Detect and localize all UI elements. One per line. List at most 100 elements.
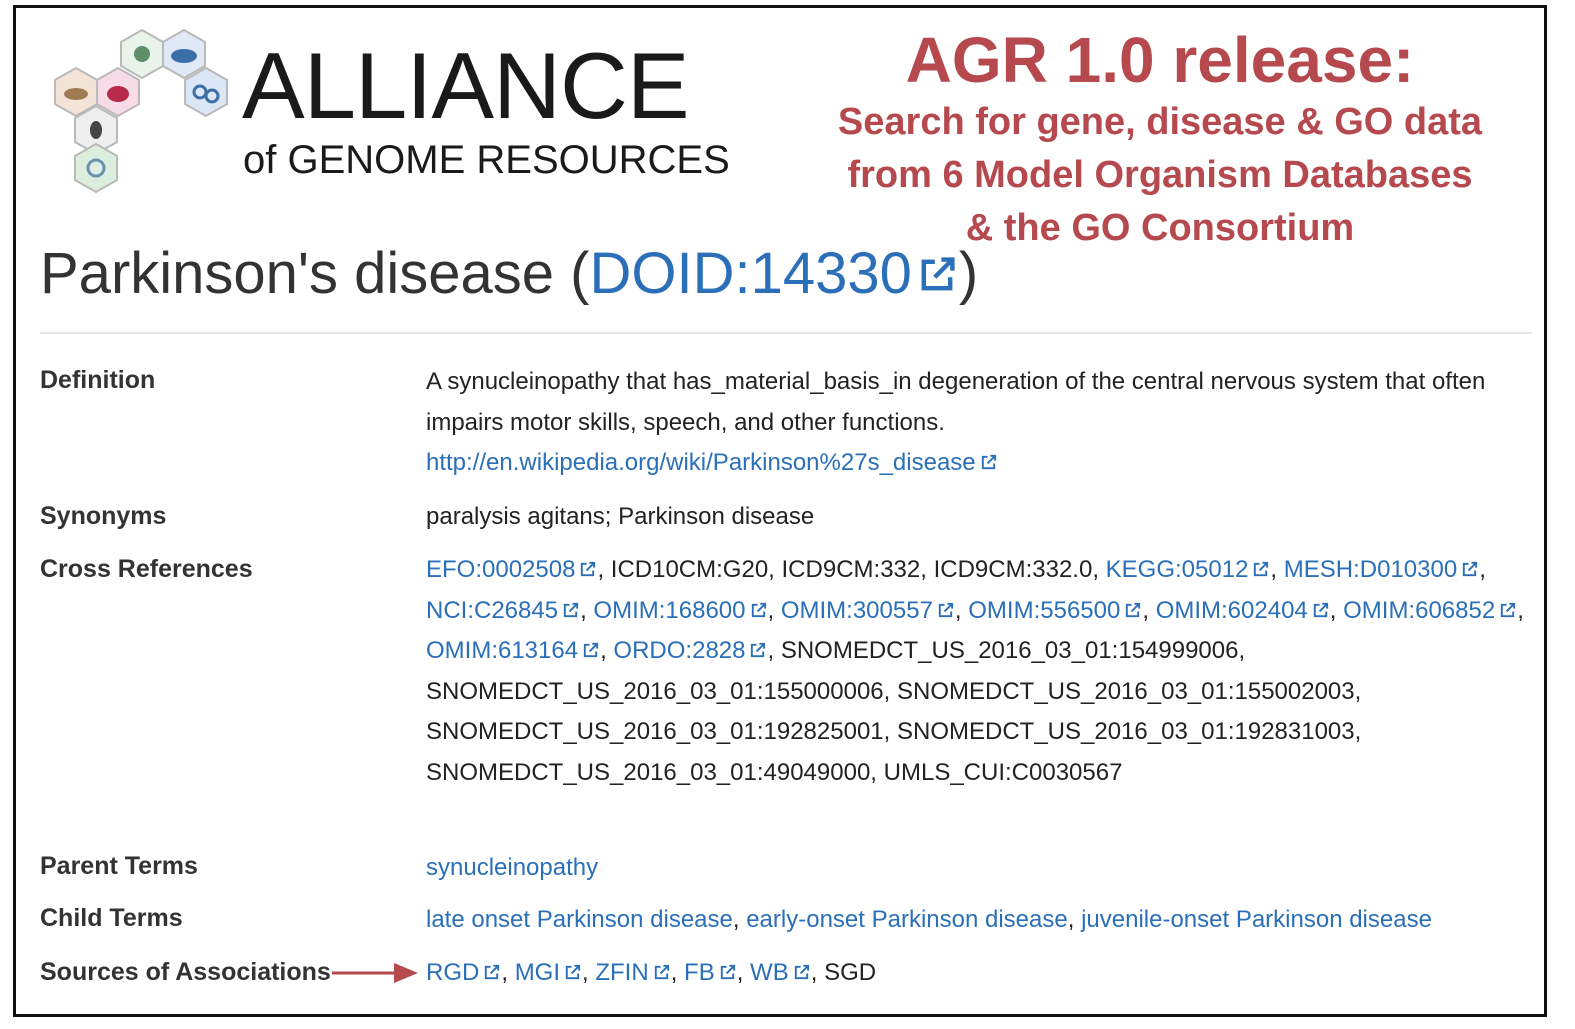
external-link-icon bbox=[654, 964, 669, 980]
source-label: SGD bbox=[824, 959, 877, 986]
cross-reference-label: SNOMEDCT_US_2016_03_01:192825001 bbox=[426, 718, 884, 745]
sources-value: RGD, MGI, ZFIN, FB, WB, SGD bbox=[426, 959, 877, 986]
cross-reference-label: SNOMEDCT_US_2016_03_01:49049000 bbox=[426, 758, 871, 786]
source-label: RGD bbox=[426, 959, 480, 986]
doid-text: DOID:14330 bbox=[589, 241, 912, 306]
close-paren: ) bbox=[958, 241, 979, 306]
release-line-2: from 6 Model Organism Databases bbox=[847, 154, 1473, 196]
definition-label: Definition bbox=[40, 366, 156, 394]
open-paren: ( bbox=[570, 241, 590, 306]
cross-reference-label: ICD9CM:332 bbox=[781, 556, 921, 583]
external-link-icon bbox=[1463, 561, 1478, 577]
source-link[interactable]: WB bbox=[750, 959, 811, 986]
cross-reference-link[interactable]: EFO:0002508 bbox=[426, 556, 597, 583]
page-title: Parkinson's disease (DOID:14330) bbox=[40, 238, 978, 310]
external-link-icon bbox=[1126, 602, 1141, 617]
cross-reference-text: UMLS_CUI:C0030567 bbox=[884, 759, 1123, 786]
external-link-icon bbox=[485, 964, 500, 980]
cross-reference-label: SNOMEDCT_US_2016_03_01:192831003 bbox=[896, 718, 1355, 745]
cross-reference-label: UMLS_CUI:C0030567 bbox=[883, 758, 1123, 786]
external-link-icon bbox=[1254, 561, 1269, 577]
external-link-icon bbox=[921, 257, 955, 291]
synonyms-value: paralysis agitans; Parkinson disease bbox=[426, 503, 815, 530]
cross-reference-link[interactable]: OMIM:602404 bbox=[1156, 597, 1330, 624]
external-link-icon bbox=[720, 964, 735, 980]
external-link-icon bbox=[563, 602, 579, 617]
cross-reference-label: SNOMEDCT_US_2016_03_01:155002003 bbox=[896, 677, 1355, 705]
cross-reference-text: ICD9CM:332.0 bbox=[934, 556, 1093, 583]
child-term-label: juvenile-onset Parkinson disease bbox=[1081, 906, 1432, 933]
definition-value: A synucleinopathy that has_material_basi… bbox=[426, 362, 1536, 484]
cross-reference-link[interactable]: MESH:D010300 bbox=[1284, 556, 1479, 583]
cross-reference-label: ICD9CM:332.0 bbox=[933, 556, 1093, 583]
cross-reference-text: ICD10CM:G20 bbox=[611, 556, 768, 583]
external-link-icon bbox=[1501, 602, 1516, 617]
cross-reference-link[interactable]: ORDO:2828 bbox=[613, 637, 767, 664]
synonyms-label: Synonyms bbox=[40, 502, 167, 530]
release-line-1: Search for gene, disease & GO data bbox=[837, 101, 1483, 143]
child-terms-value: late onset Parkinson disease, early-onse… bbox=[426, 906, 1432, 933]
cross-reference-text: SNOMEDCT_US_2016_03_01:155002003 bbox=[897, 678, 1355, 705]
definition-url-text: http://en.wikipedia.org/wiki/Parkinson%2… bbox=[426, 449, 976, 476]
source-label: MGI bbox=[514, 959, 561, 986]
cross-reference-label: NCI:C26845 bbox=[426, 596, 559, 624]
doid-link[interactable]: DOID:14330 bbox=[589, 241, 958, 306]
cross-reference-link[interactable]: KEGG:05012 bbox=[1106, 556, 1271, 583]
cross-reference-label: SNOMEDCT_US_2016_03_01:154999006 bbox=[780, 637, 1239, 664]
cross-reference-text: ICD9CM:332 bbox=[782, 556, 921, 583]
child-term-link[interactable]: early-onset Parkinson disease bbox=[746, 906, 1068, 933]
external-link-icon bbox=[565, 964, 581, 980]
alliance-logo-icon bbox=[54, 29, 228, 193]
cross-reference-link[interactable]: OMIM:300557 bbox=[781, 597, 955, 624]
child-term-link[interactable]: juvenile-onset Parkinson disease bbox=[1081, 906, 1432, 933]
definition-url-link[interactable]: http://en.wikipedia.org/wiki/Parkinson%2… bbox=[426, 449, 998, 476]
cross-reference-label: OMIM:300557 bbox=[780, 596, 933, 624]
external-link-icon bbox=[751, 642, 766, 658]
external-link-icon bbox=[938, 602, 954, 617]
parent-term-label: synucleinopathy bbox=[426, 854, 599, 881]
brand-subtitle: of GENOME RESOURCES bbox=[243, 138, 730, 182]
parent-term-link[interactable]: synucleinopathy bbox=[426, 854, 598, 881]
source-label: FB bbox=[684, 959, 715, 986]
cross-reference-label: KEGG:05012 bbox=[1105, 556, 1249, 583]
cross-reference-label: ORDO:2828 bbox=[613, 637, 746, 664]
cross-reference-label: MESH:D010300 bbox=[1283, 556, 1458, 583]
cross-reference-label: OMIM:168600 bbox=[593, 596, 746, 624]
cross-reference-link[interactable]: OMIM:556500 bbox=[968, 597, 1142, 624]
child-terms-label: Child Terms bbox=[40, 904, 183, 932]
cross-reference-text: SNOMEDCT_US_2016_03_01:49049000 bbox=[426, 759, 870, 786]
child-term-label: late onset Parkinson disease bbox=[426, 906, 733, 933]
definition-text: A synucleinopathy that has_material_basi… bbox=[426, 368, 1486, 436]
brand-title: ALLIANCE bbox=[242, 33, 690, 138]
source-link[interactable]: ZFIN bbox=[595, 959, 670, 986]
cross-reference-label: OMIM:602404 bbox=[1155, 596, 1308, 624]
title-divider bbox=[40, 332, 1532, 334]
cross-reference-text: SNOMEDCT_US_2016_03_01:192831003 bbox=[897, 718, 1355, 745]
cross-reference-link[interactable]: OMIM:606852 bbox=[1343, 597, 1517, 624]
external-link-icon bbox=[583, 642, 599, 658]
cross-references-label: Cross References bbox=[40, 555, 253, 583]
release-title: AGR 1.0 release: bbox=[905, 24, 1415, 96]
cross-reference-link[interactable]: NCI:C26845 bbox=[426, 597, 580, 624]
cross-reference-label: OMIM:556500 bbox=[968, 596, 1121, 624]
source-label: ZFIN bbox=[595, 959, 649, 986]
cross-reference-label: OMIM:613164 bbox=[426, 637, 579, 664]
cross-reference-link[interactable]: OMIM:613164 bbox=[426, 637, 600, 664]
parent-terms-value: synucleinopathy bbox=[426, 848, 1536, 889]
cross-reference-label: EFO:0002508 bbox=[426, 556, 576, 583]
sources-label: Sources of Associations bbox=[40, 958, 331, 986]
external-link-icon bbox=[1313, 602, 1328, 617]
cross-reference-link[interactable]: OMIM:168600 bbox=[593, 597, 767, 624]
source-link[interactable]: MGI bbox=[515, 959, 582, 986]
parent-terms-label: Parent Terms bbox=[40, 852, 198, 880]
source-link[interactable]: FB bbox=[684, 959, 737, 986]
source-link[interactable]: RGD bbox=[426, 959, 501, 986]
cross-reference-text: SNOMEDCT_US_2016_03_01:154999006 bbox=[781, 637, 1239, 664]
external-link-icon bbox=[751, 602, 766, 617]
cross-reference-text: SNOMEDCT_US_2016_03_01:155000006 bbox=[426, 678, 884, 705]
cross-reference-label: ICD10CM:G20 bbox=[610, 556, 769, 583]
disease-name: Parkinson's disease bbox=[40, 241, 555, 306]
source-text: SGD bbox=[824, 959, 876, 986]
child-term-label: early-onset Parkinson disease bbox=[746, 906, 1068, 933]
child-term-link[interactable]: late onset Parkinson disease bbox=[426, 906, 733, 933]
